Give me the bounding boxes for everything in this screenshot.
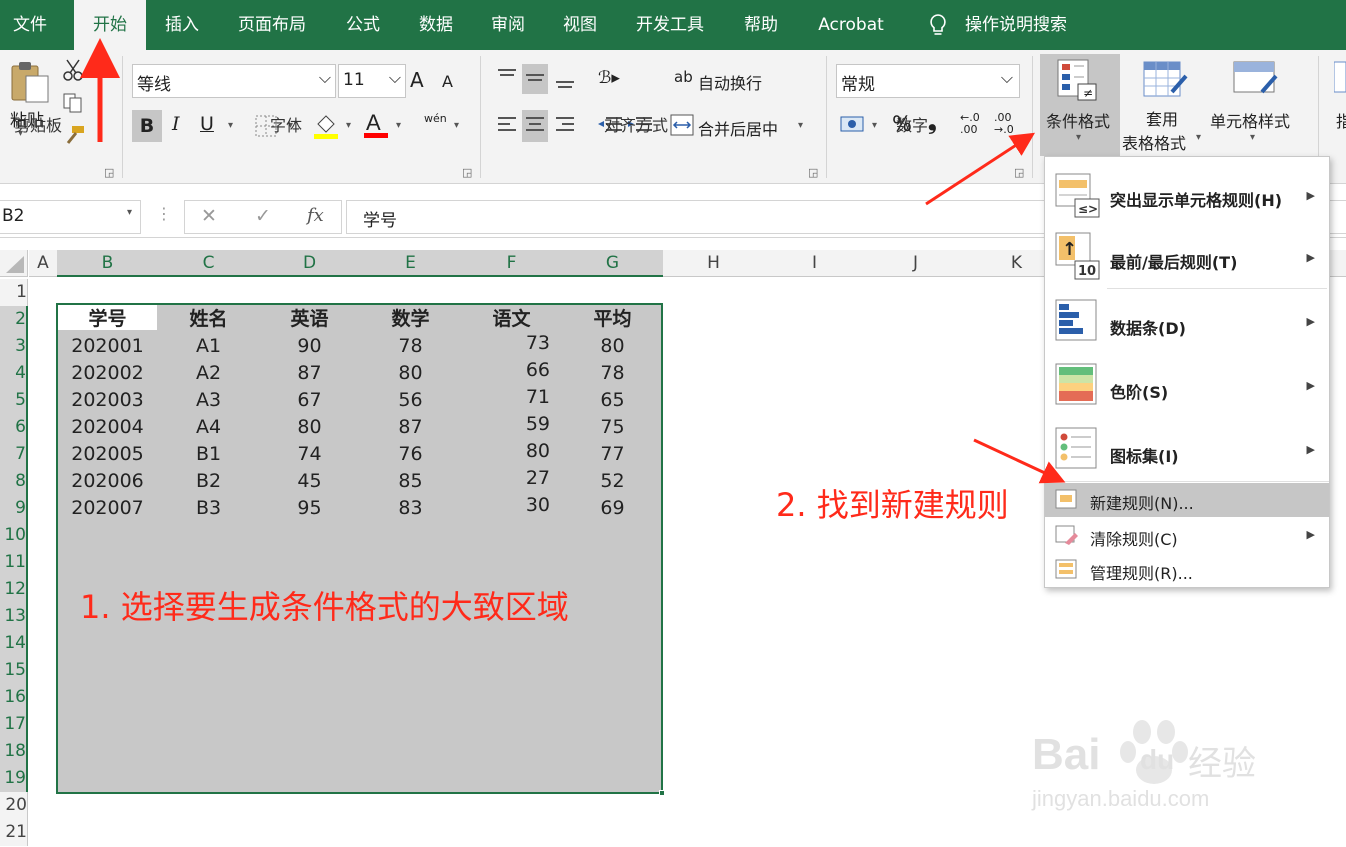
arrow-to-new-rule — [973, 438, 1066, 484]
baidu-watermark: Bai du 经验 jingyan.baidu.com — [1032, 700, 1272, 820]
watermark-url: jingyan.baidu.com — [1032, 786, 1210, 811]
arrow-to-conditional-formatting — [925, 132, 1036, 206]
watermark-brand: Bai — [1032, 730, 1101, 779]
watermark-du: du — [1140, 744, 1175, 775]
watermark-cn: 经验 — [1188, 744, 1256, 784]
